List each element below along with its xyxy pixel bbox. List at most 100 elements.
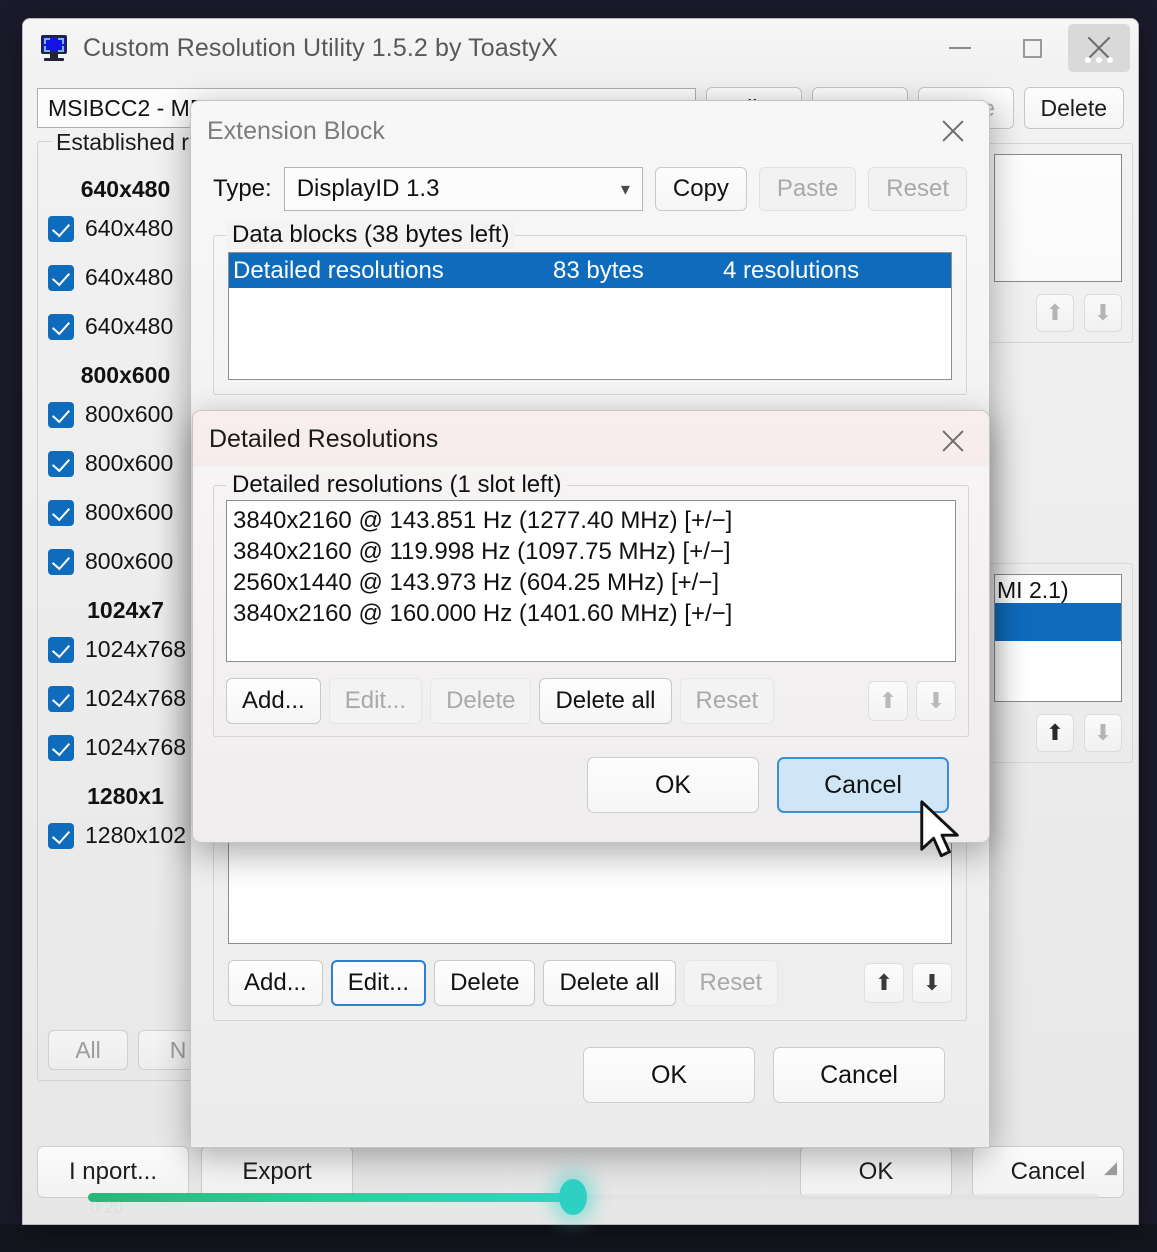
res-label: 1280x102 <box>85 822 187 848</box>
detailed-resolutions-group: Detailed resolutions (1 slot left) 3840x… <box>213 471 969 737</box>
res-heading: 1280x1 <box>87 783 164 809</box>
ext-cancel-button[interactable]: Cancel <box>773 1047 945 1103</box>
table-row[interactable]: Detailed resolutions 83 bytes 4 resoluti… <box>229 253 951 288</box>
checkbox-checked-icon[interactable] <box>48 548 74 575</box>
checkbox-checked-icon[interactable] <box>48 499 74 526</box>
det-delete-button: Delete <box>430 678 532 724</box>
res-checkbox-row[interactable]: 1280x102 <box>48 822 203 849</box>
extension-action-buttons: Add... Edit... Delete Delete all Reset ⬆… <box>228 960 952 1006</box>
select-all-button[interactable]: All <box>48 1030 128 1070</box>
ext-edit-button[interactable]: Edit... <box>330 960 427 1006</box>
list-item[interactable]: 3840x2160 @ 160.000 Hz (1401.60 MHz) [+/… <box>233 598 949 629</box>
res-heading: 800x600 <box>80 362 171 388</box>
export-button[interactable]: Export <box>201 1146 353 1198</box>
res-checkbox-row[interactable]: 800x600 <box>48 450 203 477</box>
res-checkbox-row[interactable]: 1024x768 <box>48 636 203 663</box>
ext-paste-button: Paste <box>758 167 857 211</box>
res-label: 1024x768 <box>85 734 187 760</box>
move-up-button[interactable]: ⬆ <box>1036 294 1074 332</box>
res-checkbox-row[interactable]: 1024x768 <box>48 734 203 761</box>
data-block-name: Detailed resolutions <box>233 256 444 284</box>
checkbox-checked-icon[interactable] <box>48 636 74 663</box>
move-down-button[interactable]: ⬇ <box>1084 294 1122 332</box>
det-add-button[interactable]: Add... <box>226 678 321 724</box>
data-blocks-listbox[interactable]: Detailed resolutions 83 bytes 4 resoluti… <box>228 252 952 380</box>
established-resolutions-group: Established r 640x480 640x480 640x480 64… <box>37 129 218 1081</box>
res-label: 640x480 <box>85 313 174 339</box>
res-checkbox-row[interactable]: 640x480 <box>48 215 203 242</box>
chevron-down-icon: ▾ <box>620 178 630 199</box>
ext-reset-button: Reset <box>868 167 967 211</box>
extension-block-close-button[interactable] <box>917 101 989 161</box>
data-block-count: 4 resolutions <box>723 256 860 284</box>
checkbox-checked-icon[interactable] <box>48 685 74 712</box>
type-select[interactable]: DisplayID 1.3 ▾ <box>283 167 643 211</box>
det-cancel-button[interactable]: Cancel <box>777 757 949 813</box>
video-elapsed-time: 0:20 <box>90 1198 124 1217</box>
list-item[interactable]: 2560x1440 @ 143.973 Hz (604.25 MHz) [+/−… <box>233 567 949 598</box>
res-heading: 640x480 <box>80 176 171 202</box>
detailed-resolutions-listbox[interactable]: 3840x2160 @ 143.851 Hz (1277.40 MHz) [+/… <box>226 500 956 662</box>
lower-listbox[interactable]: MI 2.1) <box>994 574 1122 702</box>
close-button[interactable] <box>1068 24 1130 72</box>
res-checkbox-row[interactable]: 1024x768 <box>48 685 203 712</box>
det-ok-button[interactable]: OK <box>587 757 759 813</box>
data-blocks-legend: Data blocks (38 bytes left) <box>226 221 516 249</box>
data-blocks-group: Data blocks (38 bytes left) Detailed res… <box>213 221 967 395</box>
checkbox-checked-icon[interactable] <box>48 822 74 849</box>
resize-grip-icon[interactable]: ◢ <box>1104 1158 1126 1180</box>
checkbox-checked-icon[interactable] <box>48 450 74 477</box>
window-controls <box>924 19 1138 77</box>
res-label: 640x480 <box>85 215 174 241</box>
det-move-up-button[interactable]: ⬆ <box>868 681 908 721</box>
res-label: 1024x768 <box>85 685 187 711</box>
minimize-button[interactable] <box>924 19 996 77</box>
maximize-icon <box>1022 38 1042 58</box>
main-window-footer: I nport... Export OK Cancel <box>37 1146 1124 1198</box>
det-move-down-button[interactable]: ⬇ <box>916 681 956 721</box>
ext-copy-button[interactable]: Copy <box>654 167 747 211</box>
res-checkbox-row[interactable]: 640x480 <box>48 313 203 340</box>
detailed-resolutions-close-button[interactable] <box>917 411 989 471</box>
detailed-resolutions-dialog: Detailed Resolutions Detailed resolution… <box>192 410 990 843</box>
res-checkbox-row[interactable]: 800x600 <box>48 499 203 526</box>
close-icon <box>939 427 967 455</box>
right-panels-column: ⬆ ⬇ MI 2.1) ⬆ ⬇ <box>983 143 1133 779</box>
checkbox-checked-icon[interactable] <box>48 734 74 761</box>
det-delete-all-button[interactable]: Delete all <box>539 678 672 724</box>
maximize-button[interactable] <box>996 19 1068 77</box>
ext-ok-button[interactable]: OK <box>583 1047 755 1103</box>
upper-listbox[interactable] <box>994 154 1122 282</box>
checkbox-checked-icon[interactable] <box>48 401 74 428</box>
ext-delete-all-button[interactable]: Delete all <box>543 960 676 1006</box>
res-label: 800x600 <box>85 499 174 525</box>
import-button[interactable]: I nport... <box>37 1146 189 1198</box>
det-edit-button: Edit... <box>328 678 423 724</box>
detailed-resolutions-legend: Detailed resolutions (1 slot left) <box>226 471 568 499</box>
ext-move-down-button[interactable]: ⬇ <box>912 963 952 1003</box>
minimize-icon <box>949 47 971 49</box>
lower-listbox-selected-row[interactable] <box>995 603 1121 641</box>
window-titlebar: Custom Resolution Utility 1.5.2 by Toast… <box>23 19 1138 77</box>
window-title: Custom Resolution Utility 1.5.2 by Toast… <box>83 33 558 62</box>
delete-button[interactable]: Delete <box>1023 87 1124 129</box>
list-item[interactable]: 3840x2160 @ 119.998 Hz (1097.75 MHz) [+/… <box>233 536 949 567</box>
monitor-icon <box>39 35 69 61</box>
ext-add-button[interactable]: Add... <box>228 960 323 1006</box>
checkbox-checked-icon[interactable] <box>48 264 74 291</box>
move-down-button[interactable]: ⬇ <box>1084 714 1122 752</box>
checkbox-checked-icon[interactable] <box>48 215 74 242</box>
res-checkbox-row[interactable]: 800x600 <box>48 548 203 575</box>
checkbox-checked-icon[interactable] <box>48 313 74 340</box>
ext-move-up-button[interactable]: ⬆ <box>864 963 904 1003</box>
res-checkbox-row[interactable]: 640x480 <box>48 264 203 291</box>
main-cancel-button[interactable]: Cancel <box>972 1146 1124 1198</box>
ext-delete-button[interactable]: Delete <box>434 960 536 1006</box>
type-select-value: DisplayID 1.3 <box>296 175 440 202</box>
move-up-button[interactable]: ⬆ <box>1036 714 1074 752</box>
main-ok-button[interactable]: OK <box>800 1146 952 1198</box>
res-checkbox-row[interactable]: 800x600 <box>48 401 203 428</box>
list-item[interactable]: 3840x2160 @ 143.851 Hz (1277.40 MHz) [+/… <box>233 505 949 536</box>
lower-listbox-partial-text: MI 2.1) <box>997 577 1069 603</box>
close-icon <box>939 117 967 145</box>
